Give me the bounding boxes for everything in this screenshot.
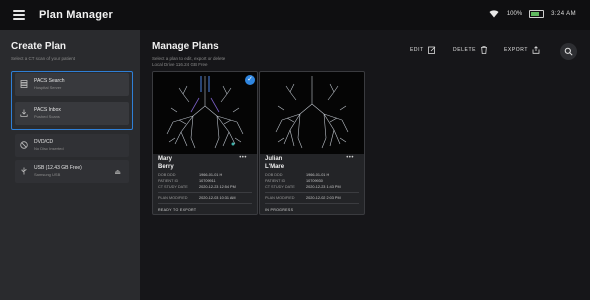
source-pacs-search[interactable]: PACS Search Hospital Server — [15, 73, 129, 96]
page-subtitle: Select a plan to edit, export or delete — [152, 56, 226, 61]
plan-card[interactable]: Julian L'Mare ••• DOB DDD 1966-01-01 H P… — [259, 71, 365, 215]
export-icon — [532, 46, 540, 54]
server-icon — [20, 80, 28, 88]
dob-value: 1966-01-01 H — [306, 173, 330, 177]
patient-last-name: L'Mare — [265, 164, 285, 170]
delete-button[interactable]: DELETE — [453, 46, 488, 54]
card-divider — [265, 192, 359, 193]
manage-plans-panel: Manage Plans Select a plan to edit, expo… — [140, 30, 590, 300]
more-options-icon[interactable]: ••• — [239, 155, 247, 161]
source-subtitle: Hospital Server — [34, 85, 62, 90]
export-label: EXPORT — [504, 47, 529, 53]
battery-icon — [529, 9, 545, 18]
selected-check-icon: ✓ — [245, 75, 255, 85]
card-divider — [265, 203, 359, 204]
plan-card[interactable]: ✓ Mary Berry ••• DOB DDD 1966-01-01 H PA… — [152, 71, 258, 215]
battery-percent: 100% — [506, 10, 523, 17]
app-title: Plan Manager — [39, 9, 113, 21]
card-divider — [158, 203, 252, 204]
plan-modified-value: 2020-12-02 2:03 PM — [306, 196, 341, 200]
plan-status: READY TO EXPORT — [158, 208, 197, 212]
edit-label: EDIT — [410, 47, 424, 53]
source-title: PACS Search — [34, 78, 65, 84]
source-subtitle: No Disc Inserted — [34, 146, 64, 151]
study-date-value: 2020-12-23 1:43 PM — [306, 185, 341, 189]
trash-icon — [481, 46, 488, 54]
study-date-value: 2020-12-23 12:54 PM — [199, 185, 236, 189]
sidebar-title: Create Plan — [11, 41, 67, 52]
study-date-label: CT STUDY DATE — [158, 185, 188, 189]
inbox-icon — [20, 109, 28, 117]
card-divider — [158, 192, 252, 193]
patient-first-name: Mary — [158, 156, 173, 162]
plan-modified-label: PLAN MODIFIED — [265, 196, 295, 200]
create-plan-sidebar: Create Plan Select a CT scan of your pat… — [0, 30, 140, 300]
more-options-icon[interactable]: ••• — [346, 155, 354, 161]
source-title: USB (12.43 GB Free) — [34, 165, 82, 171]
wifi-icon — [489, 10, 499, 18]
patient-id-label: PATIENT ID — [158, 179, 179, 183]
study-date-label: CT STUDY DATE — [265, 185, 295, 189]
lung-scan-thumbnail — [153, 72, 257, 154]
dob-label: DOB DDD — [158, 173, 176, 177]
page-title: Manage Plans — [152, 41, 219, 52]
patient-id-value: 10709911 — [199, 179, 216, 183]
patient-id-value: 10709930 — [306, 179, 323, 183]
status-area: 100% 3:24 AM — [488, 9, 576, 18]
search-icon — [564, 47, 573, 56]
eject-icon[interactable]: ⏏ — [114, 168, 121, 176]
patient-last-name: Berry — [158, 164, 174, 170]
source-dvd[interactable]: DVD/CD No Disc Inserted — [15, 134, 129, 157]
source-usb[interactable]: USB (12.43 GB Free) Samsung USB ⏏ — [15, 160, 129, 183]
source-subtitle: Samsung USB — [34, 172, 61, 177]
plan-modified-value: 2020-12-03 10:31 AM — [199, 196, 236, 200]
hamburger-menu-icon[interactable] — [13, 10, 25, 20]
usb-icon — [20, 167, 28, 175]
patient-first-name: Julian — [265, 156, 283, 162]
plan-status: IN PROGRESS — [265, 208, 294, 212]
source-title: PACS Inbox — [34, 107, 61, 113]
dob-label: DOB DDD — [265, 173, 283, 177]
sidebar-hint: Select a CT scan of your patient — [11, 56, 75, 61]
edit-button[interactable]: EDIT — [410, 46, 436, 54]
search-button[interactable] — [560, 43, 577, 60]
lung-scan-thumbnail — [260, 72, 364, 154]
edit-icon — [427, 46, 436, 54]
delete-label: DELETE — [453, 47, 477, 53]
clock: 3:24 AM — [551, 10, 576, 17]
source-subtitle: Pushed Scans — [34, 114, 60, 119]
top-bar: Plan Manager 100% 3:24 AM — [0, 0, 590, 30]
plan-modified-label: PLAN MODIFIED — [158, 196, 188, 200]
patient-id-label: PATIENT ID — [265, 179, 286, 183]
source-pacs-inbox[interactable]: PACS Inbox Pushed Scans — [15, 102, 129, 125]
disc-icon — [20, 141, 28, 149]
source-title: DVD/CD — [34, 139, 54, 145]
export-button[interactable]: EXPORT — [504, 46, 540, 54]
drive-space: Local Drive 116.24 GB Free — [152, 62, 208, 67]
dob-value: 1966-01-01 H — [199, 173, 223, 177]
